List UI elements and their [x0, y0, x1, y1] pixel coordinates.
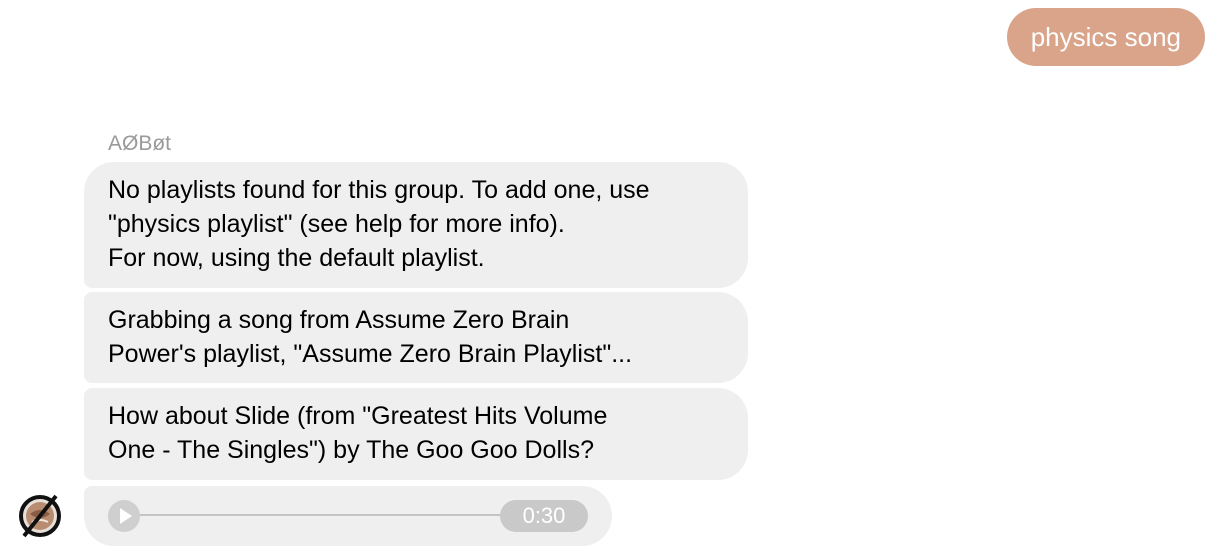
- chat-transcript: physics song AØBøt No playlists found fo…: [0, 0, 1214, 560]
- message-line: No playlists found for this group. To ad…: [108, 176, 650, 204]
- play-button[interactable]: [108, 500, 140, 532]
- incoming-message-bubble: How about Slide (from "Greatest Hits Vol…: [84, 388, 748, 480]
- message-line: One - The Singles") by The Goo Goo Dolls…: [108, 436, 594, 464]
- sender-name: AØBøt: [108, 132, 172, 155]
- message-line: How about Slide (from "Greatest Hits Vol…: [108, 402, 608, 430]
- message-line: "physics playlist" (see help for more in…: [108, 210, 565, 238]
- play-icon: [120, 508, 132, 524]
- bot-avatar-icon[interactable]: [16, 492, 64, 540]
- message-line: Grabbing a song from Assume Zero Brain: [108, 306, 570, 334]
- audio-duration: 0:30: [500, 500, 588, 532]
- audio-message: 0:30: [84, 486, 612, 546]
- incoming-message-bubble: No playlists found for this group. To ad…: [84, 162, 748, 288]
- message-line: Power's playlist, "Assume Zero Brain Pla…: [108, 340, 633, 368]
- outgoing-message-bubble: physics song: [1006, 8, 1205, 66]
- incoming-message-bubble: Grabbing a song from Assume Zero Brain P…: [84, 292, 748, 383]
- audio-progress-track[interactable]: [140, 514, 508, 516]
- message-line: For now, using the default playlist.: [108, 244, 485, 272]
